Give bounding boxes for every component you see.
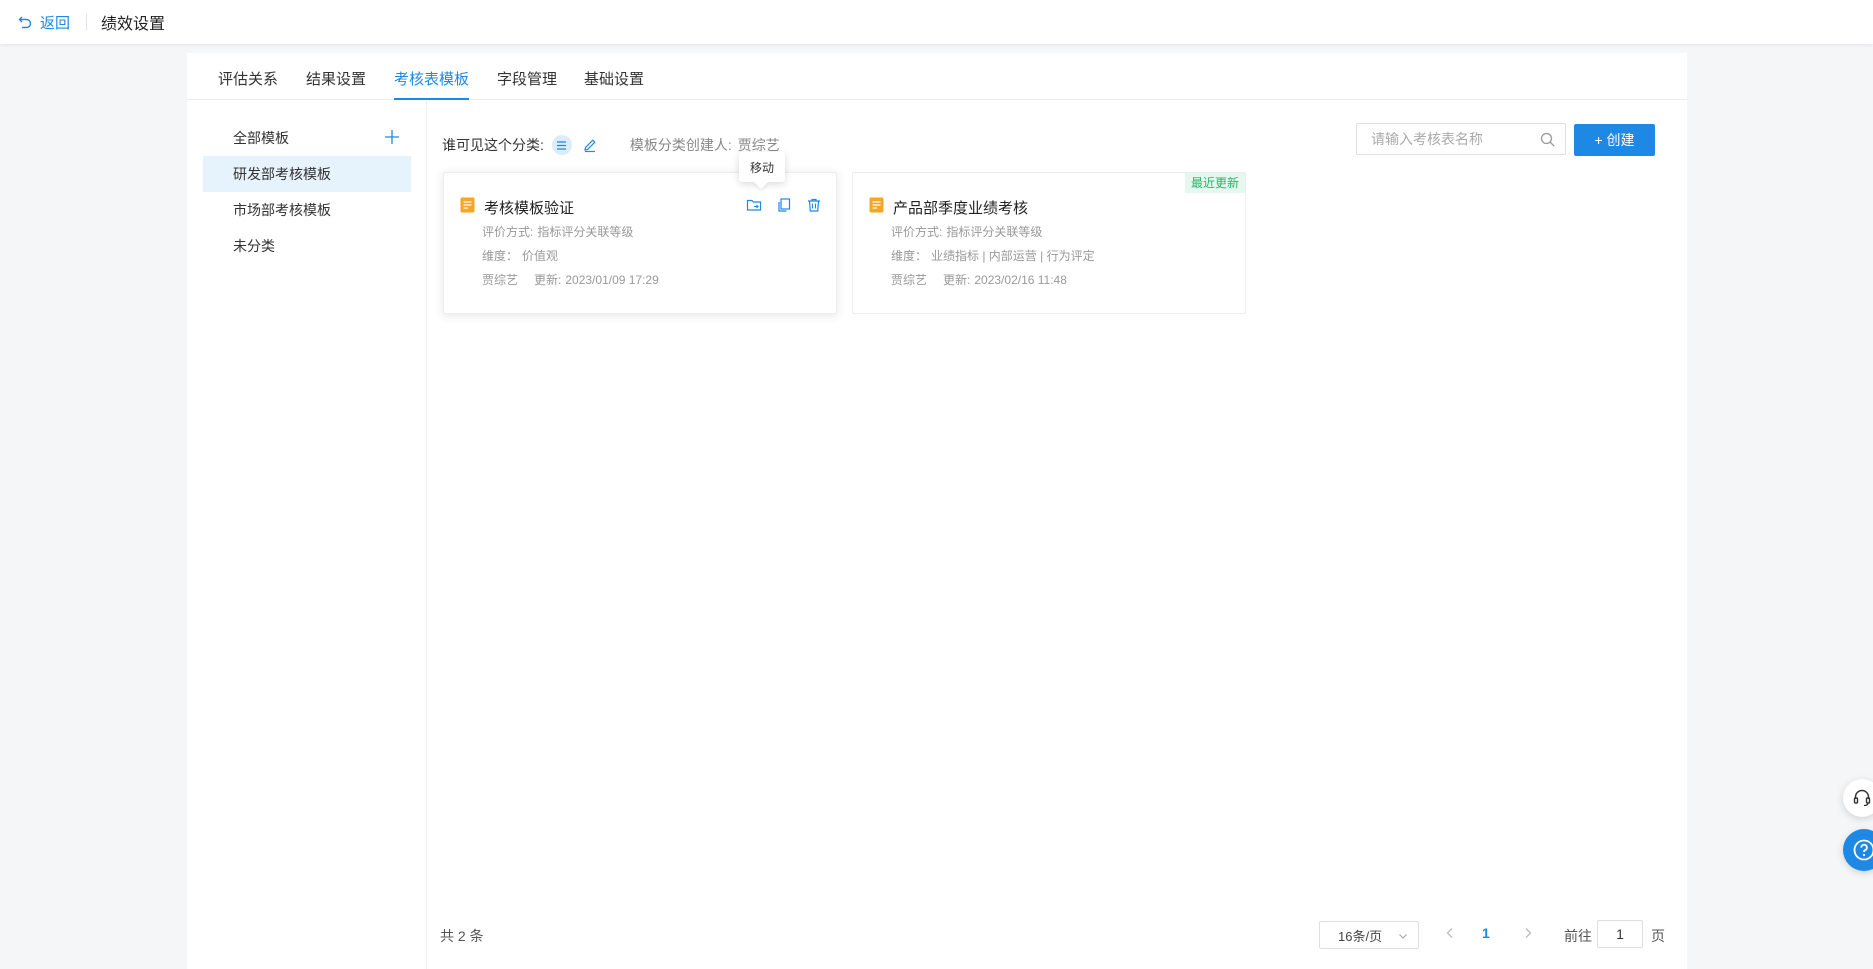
method-value: 指标评分关联等级 [537,225,634,239]
search-box [1356,123,1566,155]
customer-service-button[interactable] [1843,779,1873,817]
create-button[interactable]: + 创建 [1574,124,1655,156]
page-number[interactable]: 1 [1482,925,1490,941]
tab-result-settings[interactable]: 结果设置 [306,68,366,100]
sidebar-item-label: 未分类 [233,238,275,254]
category-toolbar: 谁可见这个分类: 模板分类创建人: 贾综艺 [442,130,780,160]
add-category-icon[interactable] [383,128,401,146]
prev-page-icon[interactable] [1443,926,1457,940]
sidebar-item-marketing-templates[interactable]: 市场部考核模板 [203,192,411,228]
card-footer: 贾综艺 更新: 2023/01/09 17:29 [482,271,659,288]
card-actions [746,197,822,213]
tab-evaluation-relation[interactable]: 评估关系 [218,68,278,100]
card-method: 评价方式: 指标评分关联等级 [891,223,1042,240]
updated-value: 2023/01/09 17:29 [565,273,659,287]
updated-value: 2023/02/16 11:48 [974,273,1067,287]
card-dimension: 维度： 价值观 [482,247,558,264]
edit-icon[interactable] [582,137,598,153]
card-author: 贾综艺 [482,273,519,287]
page-unit-label: 页 [1651,928,1665,944]
headset-icon [1853,789,1871,807]
sidebar-item-all-templates[interactable]: 全部模板 [203,120,411,156]
tab-field-management[interactable]: 字段管理 [497,68,557,100]
tab-template[interactable]: 考核表模板 [394,68,470,100]
method-label: 评价方式: [891,225,943,239]
card-method: 评价方式: 指标评分关联等级 [482,223,633,240]
chevron-down-icon [1399,934,1407,939]
document-icon [460,197,475,213]
help-button[interactable] [1843,829,1873,871]
card-footer: 贾综艺 更新: 2023/02/16 11:48 [891,271,1067,288]
method-label: 评价方式: [482,225,534,239]
question-icon [1853,839,1873,861]
template-card[interactable]: 最近更新 产品部季度业绩考核 评价方式: 指标评分关联等级 维度： 业绩指标 | 内… [852,172,1246,314]
page-size-value: 16条/页 [1338,928,1383,944]
sidebar-item-label: 全部模板 [233,130,289,146]
card-title: 产品部季度业绩考核 [893,200,1029,217]
card-dimension: 维度： 业绩指标 | 内部运营 | 行为评定 [891,247,1095,264]
visibility-label: 谁可见这个分类: [442,137,544,153]
document-icon [869,197,884,213]
move-tooltip: 移动 [739,152,785,182]
back-label: 返回 [40,14,71,32]
template-card[interactable]: 考核模板验证 评价方式: 指标评分关联等级 维度： 价值观 贾综艺 更新: 2023/0… [443,172,837,314]
list-icon [557,140,567,150]
creator-name: 贾综艺 [737,137,780,153]
visibility-list-button[interactable] [551,135,572,155]
card-title: 考核模板验证 [484,200,575,217]
dimension-label: 维度： [482,249,519,263]
creator-label: 模板分类创建人: [629,137,732,153]
recently-updated-badge: 最近更新 [1184,173,1245,193]
search-input[interactable] [1371,131,1531,147]
top-bar: 返回 绩效设置 [0,0,1873,44]
dimension-value: 价值观 [522,249,559,263]
sidebar-item-label: 研发部考核模板 [233,166,331,182]
total-count: 共 2 条 [440,928,484,944]
undo-icon [18,16,32,29]
card-author: 贾综艺 [891,273,928,287]
search-icon[interactable] [1540,132,1555,147]
tab-bar: 评估关系 结果设置 考核表模板 字段管理 基础设置 [187,53,1687,100]
main-panel: 评估关系 结果设置 考核表模板 字段管理 基础设置 全部模板 研发部考核模板 市… [187,53,1687,969]
dimension-label: 维度： [891,249,928,263]
next-page-icon[interactable] [1521,926,1535,940]
sidebar-item-label: 市场部考核模板 [233,202,331,218]
divider [86,14,88,30]
goto-label: 前往 [1564,928,1592,944]
updated-label: 更新: [943,273,971,287]
back-button[interactable]: 返回 [18,12,70,33]
sidebar-item-uncategorized[interactable]: 未分类 [203,228,411,264]
delete-icon[interactable] [806,197,822,213]
category-sidebar: 全部模板 研发部考核模板 市场部考核模板 未分类 [187,101,427,969]
dimension-value: 业绩指标 | 内部运营 | 行为评定 [931,249,1095,263]
tab-basic-settings[interactable]: 基础设置 [584,68,644,100]
page-size-select[interactable]: 16条/页 [1319,921,1419,949]
page-title: 绩效设置 [101,16,166,33]
goto-page-input[interactable] [1597,920,1643,948]
updated-label: 更新: [534,273,562,287]
copy-icon[interactable] [776,197,792,213]
sidebar-item-rd-templates[interactable]: 研发部考核模板 [203,156,411,192]
move-folder-icon[interactable] [746,197,762,213]
method-value: 指标评分关联等级 [946,225,1043,239]
